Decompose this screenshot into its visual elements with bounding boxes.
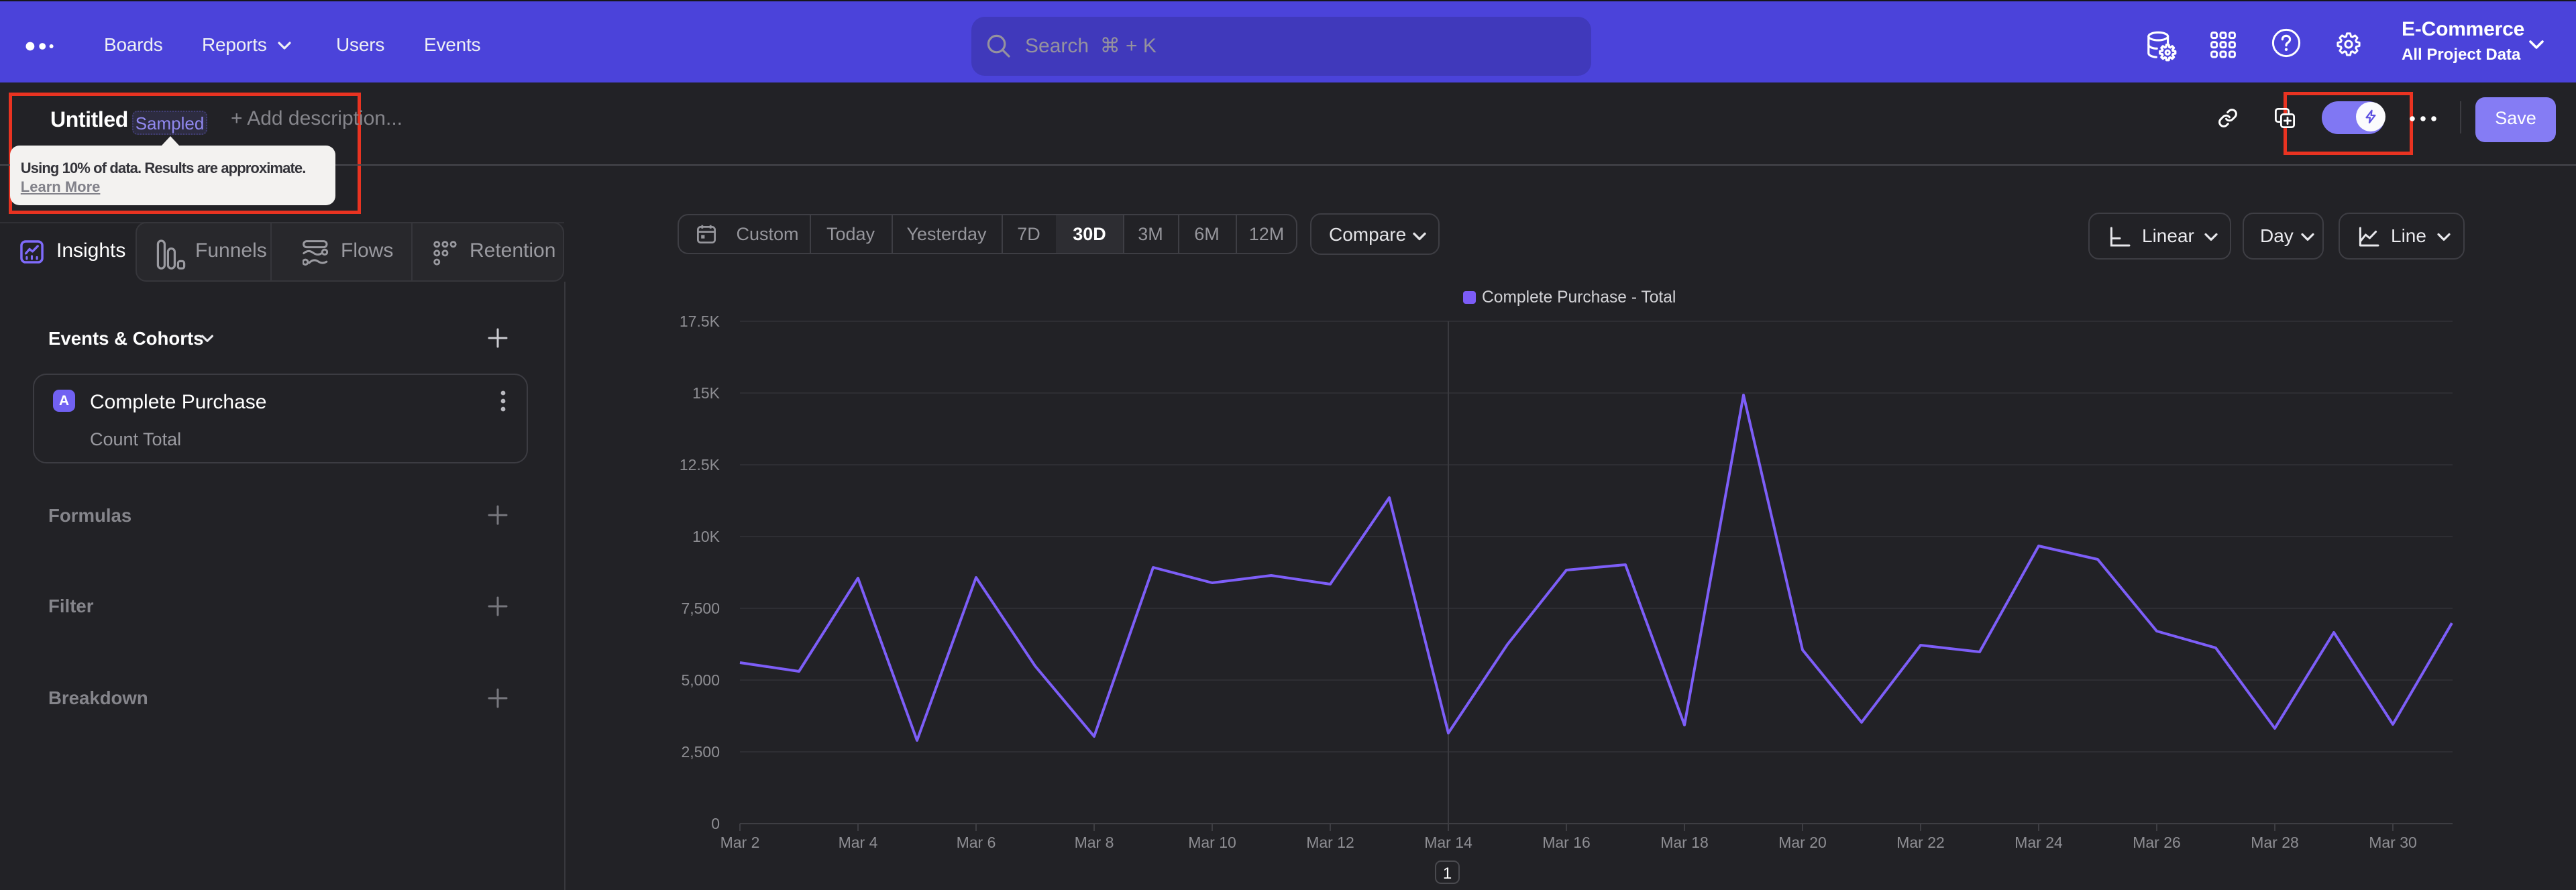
svg-text:2,500: 2,500 [681,743,720,761]
svg-text:5,000: 5,000 [681,671,720,689]
svg-text:Mar 20: Mar 20 [1778,834,1827,851]
svg-text:10K: 10K [692,528,720,545]
svg-text:12.5K: 12.5K [680,456,720,474]
svg-text:Mar 28: Mar 28 [2251,834,2299,851]
svg-text:Mar 22: Mar 22 [1896,834,1945,851]
svg-text:Mar 4: Mar 4 [839,834,878,851]
svg-text:Mar 24: Mar 24 [2015,834,2063,851]
svg-text:Mar 6: Mar 6 [957,834,996,851]
svg-text:Mar 14: Mar 14 [1424,834,1472,851]
svg-text:Mar 12: Mar 12 [1306,834,1354,851]
svg-text:Mar 18: Mar 18 [1660,834,1709,851]
svg-text:17.5K: 17.5K [680,313,720,330]
svg-text:Mar 26: Mar 26 [2133,834,2181,851]
svg-text:Mar 30: Mar 30 [2369,834,2417,851]
svg-text:Mar 16: Mar 16 [1542,834,1591,851]
svg-text:Mar 8: Mar 8 [1075,834,1114,851]
svg-text:7,500: 7,500 [681,600,720,617]
svg-text:Mar 2: Mar 2 [720,834,760,851]
svg-text:Mar 10: Mar 10 [1188,834,1236,851]
svg-text:0: 0 [711,815,720,832]
svg-text:15K: 15K [692,384,720,402]
